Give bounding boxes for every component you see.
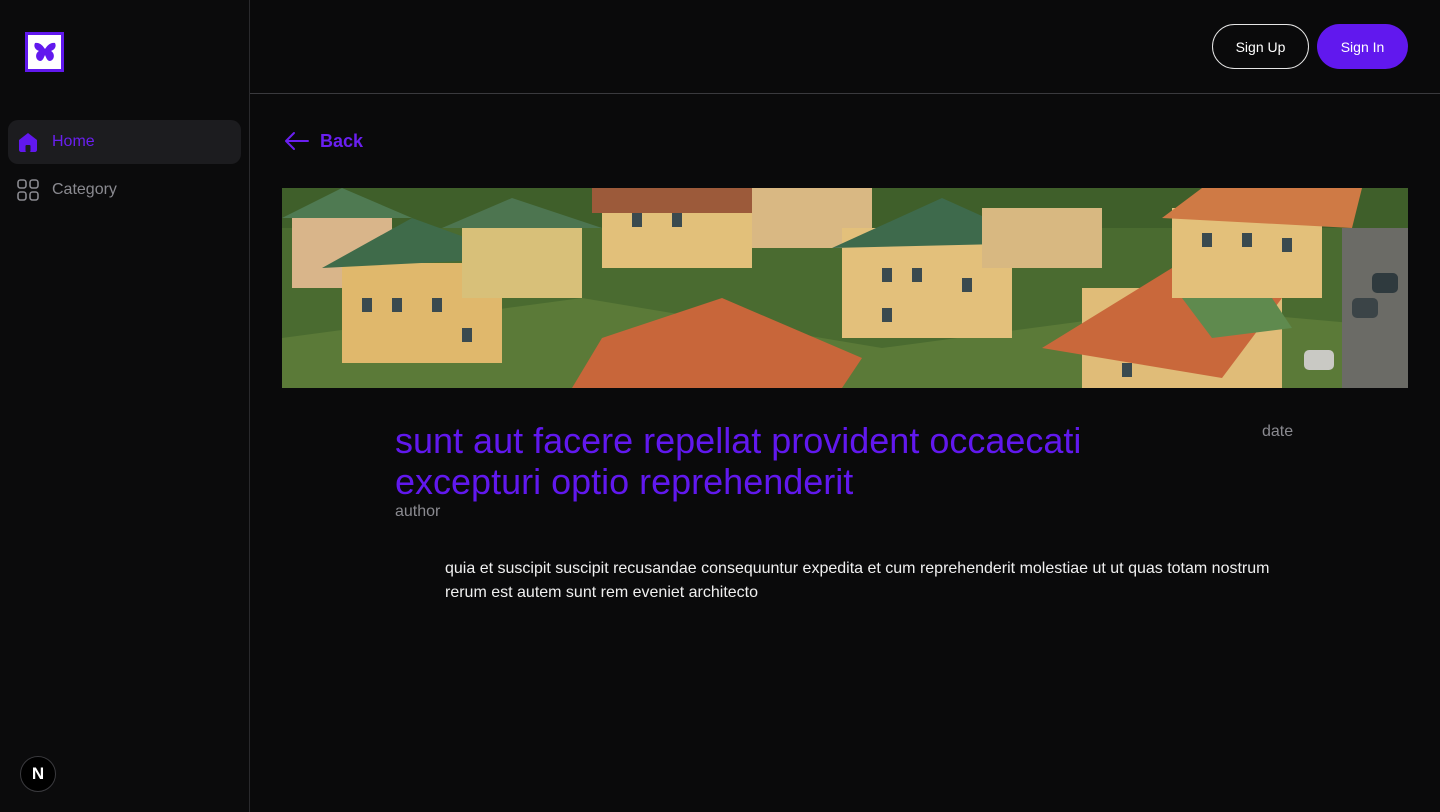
post-title: sunt aut facere repellat provident occae… xyxy=(395,420,1082,502)
post-cover-image xyxy=(282,188,1408,388)
butterfly-logo-icon xyxy=(33,42,56,61)
sign-in-button[interactable]: Sign In xyxy=(1317,24,1408,69)
sidebar-item-label: Category xyxy=(52,181,117,198)
logo[interactable] xyxy=(25,32,64,72)
sidebar-item-label: Home xyxy=(52,133,95,150)
sign-up-button[interactable]: Sign Up xyxy=(1212,24,1309,69)
sidebar-item-category[interactable]: Category xyxy=(8,168,241,212)
sidebar-nav: Home Category xyxy=(8,120,241,216)
nextjs-badge-label: N xyxy=(31,764,45,783)
post-body: quia et suscipit suscipit recusandae con… xyxy=(445,560,1270,601)
nextjs-badge[interactable]: N xyxy=(20,756,56,792)
top-bar: Sign Up Sign In xyxy=(250,0,1440,94)
back-link[interactable]: Back xyxy=(284,128,363,154)
sidebar: Home Category N xyxy=(0,0,250,812)
post-author: author xyxy=(395,503,441,520)
post-date: date xyxy=(1262,423,1294,440)
grid-icon xyxy=(17,179,39,201)
sidebar-item-home[interactable]: Home xyxy=(8,120,241,164)
home-icon xyxy=(17,131,39,153)
arrow-left-icon xyxy=(285,132,309,150)
back-label: Back xyxy=(320,130,364,151)
